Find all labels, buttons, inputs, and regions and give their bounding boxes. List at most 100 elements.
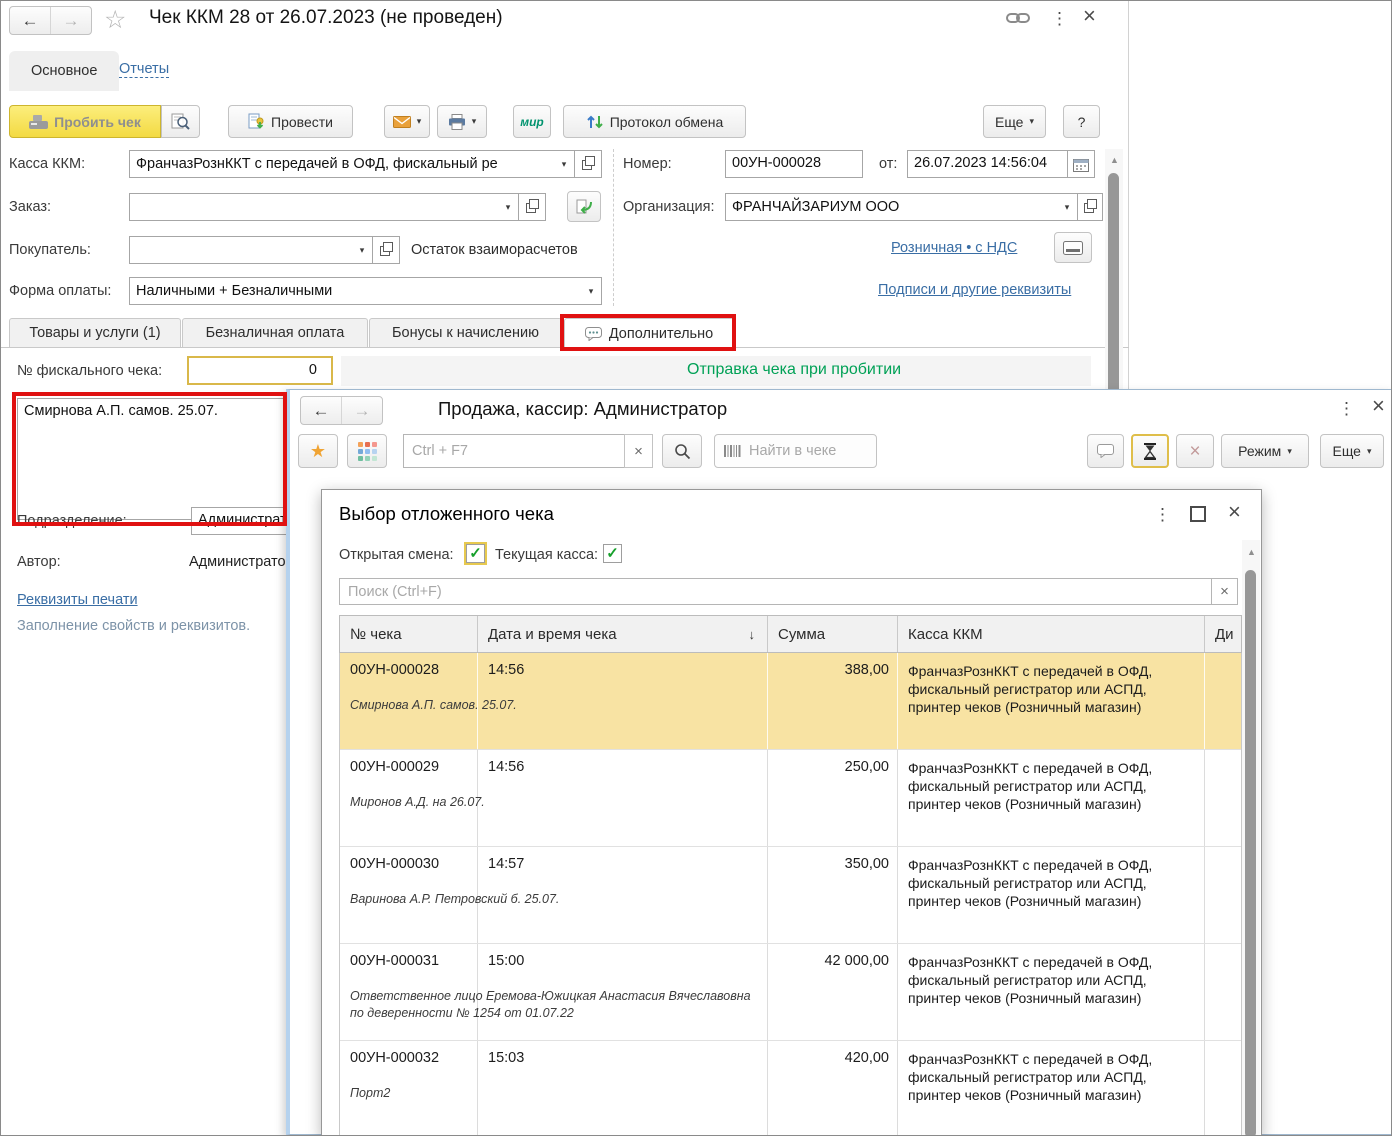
hourglass-icon	[1144, 442, 1156, 460]
header-sum[interactable]: Сумма	[768, 616, 898, 652]
dialog-search-clear-button[interactable]: ×	[1211, 578, 1238, 605]
order-open-button[interactable]	[518, 193, 546, 221]
mode-button[interactable]: Режим ▾	[1221, 434, 1309, 468]
taxation-link[interactable]: Розничная • с НДС	[891, 240, 1017, 256]
header-datetime[interactable]: Дата и время чека ↓	[478, 616, 768, 652]
tab-main[interactable]: Основное	[9, 51, 120, 91]
order-label: Заказ:	[9, 199, 52, 215]
table-row[interactable]: 00УН-000029 14:56 250,00 ФранчазРознККТ …	[340, 750, 1241, 847]
main-scrollbar-up-icon[interactable]: ▲	[1110, 156, 1119, 165]
number-field[interactable]: 00УН-000028	[725, 150, 863, 178]
fill-from-order-button[interactable]	[567, 191, 601, 222]
preview-check-button[interactable]	[161, 105, 200, 138]
signatures-link[interactable]: Подписи и другие реквизиты	[878, 282, 1071, 298]
post-button[interactable]: Провести	[228, 105, 353, 138]
sale-window-menu-kebab-icon[interactable]: ⋮	[1338, 400, 1355, 417]
department-field[interactable]: Администратор	[191, 507, 299, 535]
main-scrollbar-thumb[interactable]	[1108, 173, 1119, 399]
menu-grid-button[interactable]	[347, 434, 387, 468]
mir-payment-button[interactable]: мир	[513, 105, 551, 138]
deferred-table-header: № чека Дата и время чека ↓ Сумма Касса К…	[339, 615, 1242, 653]
fiscal-number-input[interactable]: 0	[187, 356, 333, 385]
quick-search-input[interactable]	[403, 434, 625, 468]
forward-icon: →	[353, 400, 371, 420]
send-email-button[interactable]: ▾	[384, 105, 430, 138]
dialog-menu-kebab-icon[interactable]: ⋮	[1154, 506, 1171, 523]
table-row[interactable]: 00УН-000031 15:00 42 000,00 ФранчазРознК…	[340, 944, 1241, 1041]
get-link-icon[interactable]	[1006, 11, 1030, 25]
punch-check-button[interactable]: Пробить чек	[9, 105, 161, 138]
print-requisites-link[interactable]: Реквизиты печати	[17, 592, 138, 608]
organization-dropdown-icon[interactable]: ▾	[1057, 194, 1077, 220]
help-button[interactable]: ?	[1063, 105, 1100, 138]
header-check-number[interactable]: № чека	[340, 616, 478, 652]
check-extra-cell	[1205, 847, 1241, 943]
more-button[interactable]: Еще ▾	[983, 105, 1046, 138]
sale-window-close-icon[interactable]: ×	[1372, 395, 1385, 417]
buyer-dropdown-icon[interactable]: ▾	[352, 237, 372, 263]
check-comment: Порт2	[350, 1086, 391, 1100]
sale-forward-button[interactable]: →	[342, 397, 382, 424]
header-kassa[interactable]: Касса ККМ	[898, 616, 1205, 652]
tab-additional[interactable]: Дополнительно	[564, 318, 734, 348]
organization-open-button[interactable]	[1077, 193, 1103, 221]
cash-drawer-icon	[1063, 240, 1083, 255]
table-row[interactable]: 00УН-000028 14:56 388,00 ФранчазРознККТ …	[340, 653, 1241, 750]
comment-button[interactable]	[1087, 434, 1124, 468]
date-field[interactable]: 26.07.2023 14:56:04	[907, 150, 1068, 178]
deferred-checks-button[interactable]	[1131, 434, 1169, 468]
find-in-check-input[interactable]: Найти в чеке	[714, 434, 877, 468]
tab-reports[interactable]: Отчеты	[119, 61, 170, 78]
check-sum: 350,00	[768, 847, 898, 943]
favorite-star-icon[interactable]: ☆	[104, 5, 126, 35]
dialog-scrollbar-thumb[interactable]	[1245, 570, 1256, 1135]
open-shift-checkbox[interactable]: ✓	[466, 544, 485, 563]
window-close-icon[interactable]: ×	[1083, 5, 1096, 27]
dialog-search-input[interactable]	[339, 578, 1212, 605]
quick-search-clear-button[interactable]: ×	[624, 434, 653, 468]
sort-descending-icon: ↓	[748, 626, 756, 642]
table-row[interactable]: 00УН-000030 14:57 350,00 ФранчазРознККТ …	[340, 847, 1241, 944]
search-button[interactable]	[662, 434, 702, 468]
tab-goods-services[interactable]: Товары и услуги (1)	[9, 318, 181, 347]
favorites-button[interactable]: ★	[298, 434, 338, 468]
mode-caret-icon: ▾	[1287, 445, 1292, 456]
back-button[interactable]: ←	[10, 7, 51, 34]
order-combobox[interactable]: ▾	[129, 193, 519, 221]
speech-bubble-icon	[1097, 444, 1114, 458]
sale-window-title: Продажа, кассир: Администратор	[438, 398, 728, 419]
print-button[interactable]: ▾	[437, 105, 487, 138]
kkm-dropdown-icon[interactable]: ▾	[554, 151, 574, 177]
order-dropdown-icon[interactable]: ▾	[498, 194, 518, 220]
dialog-scrollbar-up-icon[interactable]: ▲	[1247, 548, 1256, 557]
forward-button[interactable]: →	[51, 7, 91, 34]
kkm-open-button[interactable]	[574, 150, 602, 178]
payment-form-dropdown-icon[interactable]: ▾	[581, 278, 601, 304]
comment-textarea[interactable]: Смирнова А.П. самов. 25.07.	[17, 398, 285, 520]
fill-properties-link[interactable]: Заполнение свойств и реквизитов.	[17, 618, 250, 634]
cash-drawer-button[interactable]	[1054, 232, 1092, 263]
exchange-protocol-label: Протокол обмена	[609, 113, 724, 130]
current-kassa-checkbox[interactable]: ✓	[603, 544, 622, 563]
kkm-combobox[interactable]: ФранчазРознККТ с передачей в ОФД, фискал…	[129, 150, 575, 178]
check-sum: 250,00	[768, 750, 898, 846]
sale-more-button[interactable]: Еще ▾	[1320, 434, 1384, 468]
delete-check-button[interactable]: ×	[1176, 434, 1214, 468]
buyer-combobox[interactable]: ▾	[129, 236, 373, 264]
buyer-open-button[interactable]	[372, 236, 400, 264]
table-row[interactable]: 00УН-000032 15:03 420,00 ФранчазРознККТ …	[340, 1041, 1241, 1135]
sale-back-button[interactable]: ←	[301, 397, 342, 424]
organization-combobox[interactable]: ФРАНЧАЙЗАРИУМ ООО ▾	[725, 193, 1078, 221]
window-menu-kebab-icon[interactable]: ⋮	[1051, 10, 1068, 27]
exchange-protocol-button[interactable]: Протокол обмена	[563, 105, 746, 138]
date-calendar-button[interactable]	[1067, 150, 1095, 178]
back-icon: ←	[312, 400, 330, 420]
payment-form-select[interactable]: Наличными + Безналичными ▾	[129, 277, 602, 305]
sale-more-caret-icon: ▾	[1366, 445, 1372, 456]
header-clipped-column[interactable]: Ди	[1205, 616, 1241, 652]
tab-bonuses[interactable]: Бонусы к начислению	[369, 318, 562, 347]
dialog-close-icon[interactable]: ×	[1228, 501, 1241, 523]
check-extra-cell	[1205, 1041, 1241, 1135]
dialog-maximize-icon[interactable]	[1190, 506, 1206, 522]
tab-cashless-payment[interactable]: Безналичная оплата	[182, 318, 368, 347]
